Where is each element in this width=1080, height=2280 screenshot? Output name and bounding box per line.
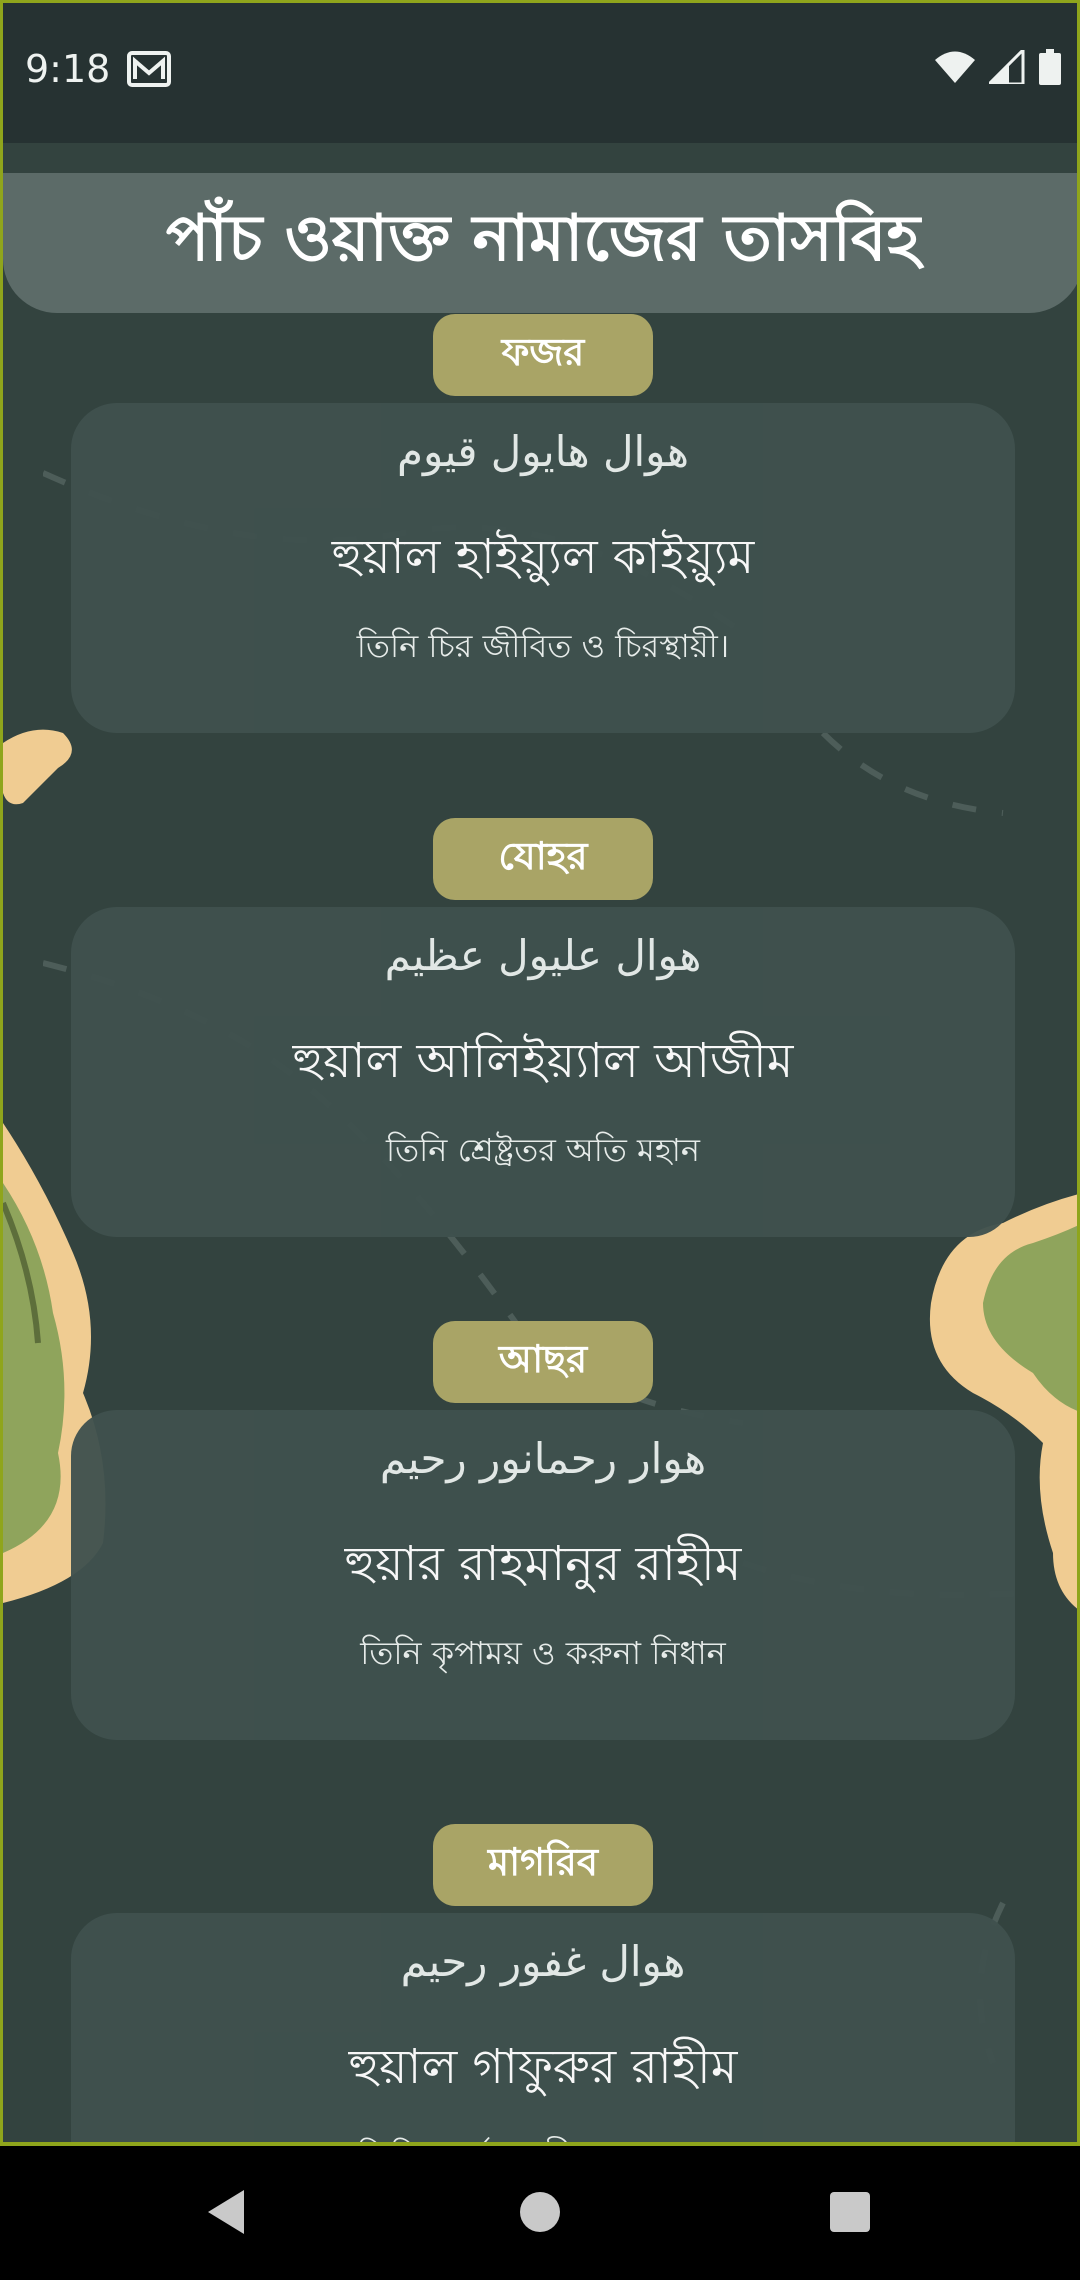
arabic-text: هوال غفور رحيم [400,1937,686,1986]
arabic-text: هوال عليول عظيم [384,931,702,980]
tasbih-card-fajr: هوال هايول قيوم হুয়াল হাইয়্যুল কাইয়্য… [71,403,1015,733]
arabic-text: هوال هايول قيوم [396,427,690,476]
wifi-icon [935,51,975,87]
app-screen: 9:18 পাঁচ ওয়াক্ত নামাজের তাসবিহ هوال ها… [0,0,1080,2146]
prayer-label-zuhr: যোহর [433,818,653,900]
bangla-transliteration: হুয়ার রাহমানুর রাহীম [344,1536,742,1592]
arabic-text: هوار رحمانور رحيم [379,1434,707,1483]
bangla-transliteration: হুয়াল গাফুরুর রাহীম [348,2039,738,2095]
battery-icon [1039,49,1061,89]
tasbih-card-zuhr: هوال عليول عظيم হুয়াল আলিইয়্যাল আজীম ত… [71,907,1015,1237]
tasbih-card-asr: هوار رحمانور رحيم হুয়ার রাহমানুর রাহীম … [71,1410,1015,1740]
back-icon[interactable] [204,2188,248,2240]
prayer-label-maghrib: মাগরিব [433,1824,653,1906]
bangla-transliteration: হুয়াল হাইয়্যুল কাইয়্যুম [331,529,755,585]
tasbih-card-maghrib: هوال غفور رحيم হুয়াল গাফুরুর রাহীম তিনি… [71,1913,1015,2142]
meaning-text: তিনি মার্জনাকারী ও করুণাময় [71,2131,1015,2142]
recents-icon[interactable] [828,2188,872,2240]
meaning-text: তিনি শ্রেষ্ট্রতর অতি মহান [385,1131,701,1169]
status-time: 9:18 [25,47,111,91]
meaning-text: তিনি চির জীবিত ও চিরস্থায়ী। [356,627,730,665]
mail-icon [127,51,171,91]
page-title: পাঁচ ওয়াক্ত নামাজের তাসবিহ [165,201,921,276]
header-bar: পাঁচ ওয়াক্ত নামাজের তাসবিহ [3,173,1077,313]
meaning-text: তিনি কৃপাময় ও করুনা নিধান [360,1634,726,1672]
home-icon[interactable] [518,2188,562,2240]
bangla-transliteration: হুয়াল আলিইয়্যাল আজীম [292,1033,794,1089]
signal-icon [985,46,1025,88]
status-bar: 9:18 [3,3,1077,143]
navigation-bar [0,2146,1080,2280]
prayer-label-asr: আছর [433,1321,653,1403]
prayer-label-fajr: ফজর [433,314,653,396]
